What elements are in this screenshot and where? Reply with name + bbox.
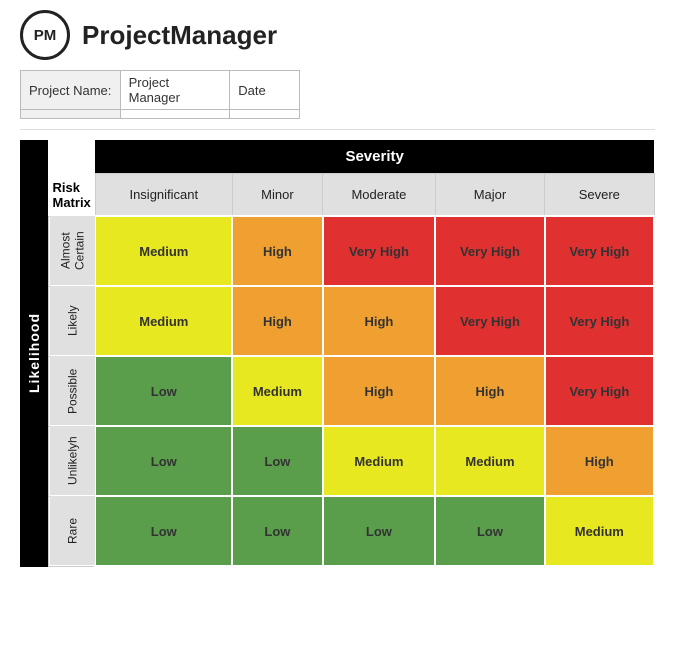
cell-r-insignificant: Low [95,496,232,566]
matrix-inner: Severity Risk Matrix Insignificant Minor… [48,140,655,567]
cell-ac-moderate: Very High [323,216,436,286]
row-label-unlikely: Unlikelyh [49,426,96,496]
cell-p-insignificant: Low [95,356,232,426]
app-header: PM ProjectManager [0,0,675,70]
cell-ac-major: Very High [435,216,544,286]
corner-cell [49,140,96,174]
divider [20,129,655,130]
project-name-value[interactable] [21,110,121,119]
cell-p-moderate: High [323,356,436,426]
cell-p-severe: Very High [545,356,654,426]
col-header-row: Risk Matrix Insignificant Minor Moderate… [49,174,655,217]
row-label-almost-certain: Almost Certain [49,216,96,286]
likelihood-label: Likelihood [20,140,48,567]
row-label-possible: Possible [49,356,96,426]
col-header-severe: Severe [545,174,654,217]
col-header-moderate: Moderate [323,174,436,217]
date-value[interactable] [230,110,300,119]
row-label-likely: Likely [49,286,96,356]
col-header-major: Major [435,174,544,217]
cell-ac-minor: High [232,216,322,286]
table-row: Rare Low Low Low Low Medium [49,496,655,566]
table-row: Almost Certain Medium High Very High Ver… [49,216,655,286]
table-row: Unlikelyh Low Low Medium Medium High [49,426,655,496]
col-header-minor: Minor [232,174,322,217]
cell-l-insignificant: Medium [95,286,232,356]
risk-matrix-corner-label: Risk Matrix [49,174,96,217]
cell-l-moderate: High [323,286,436,356]
logo-icon: PM [20,10,70,60]
matrix-section: Likelihood Severity Risk Matrix Insignif… [20,140,655,567]
risk-matrix-table: Severity Risk Matrix Insignificant Minor… [48,140,655,567]
matrix-outer: Likelihood Severity Risk Matrix Insignif… [20,140,655,567]
cell-ac-insignificant: Medium [95,216,232,286]
cell-u-severe: High [545,426,654,496]
cell-r-moderate: Low [323,496,436,566]
cell-r-major: Low [435,496,544,566]
cell-u-moderate: Medium [323,426,436,496]
project-name-label: Project Name: [21,71,121,110]
cell-u-major: Medium [435,426,544,496]
cell-ac-severe: Very High [545,216,654,286]
project-manager-value[interactable] [120,110,230,119]
app-title: ProjectManager [82,20,277,51]
table-row: Possible Low Medium High High Very High [49,356,655,426]
cell-u-minor: Low [232,426,322,496]
cell-p-minor: Medium [232,356,322,426]
table-row: Likely Medium High High Very High Very H… [49,286,655,356]
date-label: Date [230,71,300,110]
severity-header-row: Severity [49,140,655,174]
cell-p-major: High [435,356,544,426]
col-header-insignificant: Insignificant [95,174,232,217]
cell-l-severe: Very High [545,286,654,356]
row-label-rare: Rare [49,496,96,566]
cell-r-severe: Medium [545,496,654,566]
cell-l-minor: High [232,286,322,356]
severity-header: Severity [95,140,654,174]
cell-l-major: Very High [435,286,544,356]
cell-u-insignificant: Low [95,426,232,496]
project-manager-label: Project Manager [120,71,230,110]
project-info-table: Project Name: Project Manager Date [20,70,300,119]
cell-r-minor: Low [232,496,322,566]
